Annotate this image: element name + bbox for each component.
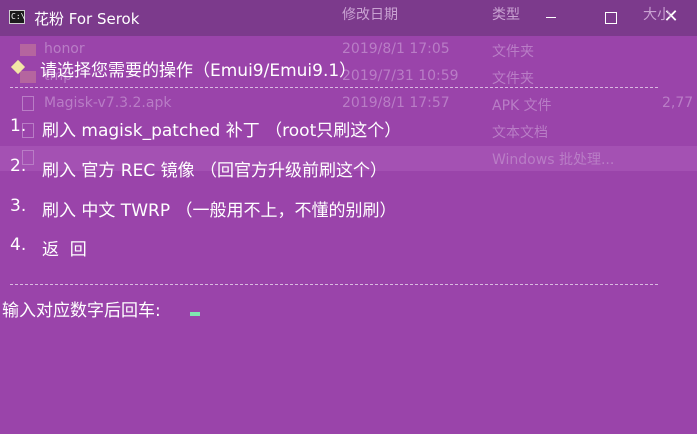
file-icon: [22, 96, 34, 111]
minimize-icon: [546, 17, 556, 18]
option-4-number: 4.: [10, 235, 27, 255]
explorer-row-name: honor: [44, 41, 85, 57]
folder-icon: [20, 71, 36, 83]
maximize-icon: [605, 12, 617, 24]
option-2-number: 2.: [10, 156, 27, 176]
separator-bottom: [10, 284, 658, 285]
explorer-row-size: 2,77: [662, 95, 694, 111]
explorer-header-type: 类型: [492, 7, 520, 23]
separator-top: [10, 87, 658, 88]
folder-icon: [20, 44, 36, 56]
option-3-text: 刷入 中文 TWRP （一般用不上，不懂的别刷）: [42, 201, 397, 221]
option-4-text: 返 回: [42, 240, 87, 260]
maximize-button[interactable]: [588, 0, 634, 36]
option-1-text: 刷入 magisk_patched 补丁 （root只刷这个）: [42, 121, 402, 141]
explorer-header-size: 大小: [643, 7, 671, 23]
option-2-text: 刷入 官方 REC 镜像 （回官方升级前刷这个）: [42, 161, 388, 181]
explorer-header-modified: 修改日期: [342, 7, 398, 23]
explorer-row-modified: 2019/8/1 17:05: [342, 41, 450, 57]
option-3-number: 3.: [10, 196, 27, 216]
explorer-row-type: 文件夹: [492, 71, 534, 87]
explorer-row-modified: 2019/8/1 17:57: [342, 95, 450, 111]
input-prompt[interactable]: 输入对应数字后回车:: [2, 296, 161, 321]
explorer-row-type: Windows 批处理...: [492, 152, 615, 168]
console-icon: C:\: [9, 10, 25, 24]
explorer-row-type: 文件夹: [492, 44, 534, 60]
explorer-row-type: 文本文档: [492, 125, 548, 141]
explorer-row-type: APK 文件: [492, 98, 552, 114]
menu-heading: 请选择您需要的操作（Emui9/Emui9.1）: [40, 61, 357, 81]
window-title: 花粉 For Serok: [34, 10, 140, 28]
option-1-number: 1.: [10, 116, 27, 136]
minimize-button[interactable]: [528, 0, 574, 36]
explorer-row-modified: 2019/7/31 10:59: [342, 68, 459, 84]
title-bar[interactable]: C:\ 花粉 For Serok ✕ 修改日期 类型 大小: [0, 0, 697, 36]
explorer-row-name: Magisk-v7.3.2.apk: [44, 95, 172, 111]
text-cursor: [190, 312, 200, 316]
